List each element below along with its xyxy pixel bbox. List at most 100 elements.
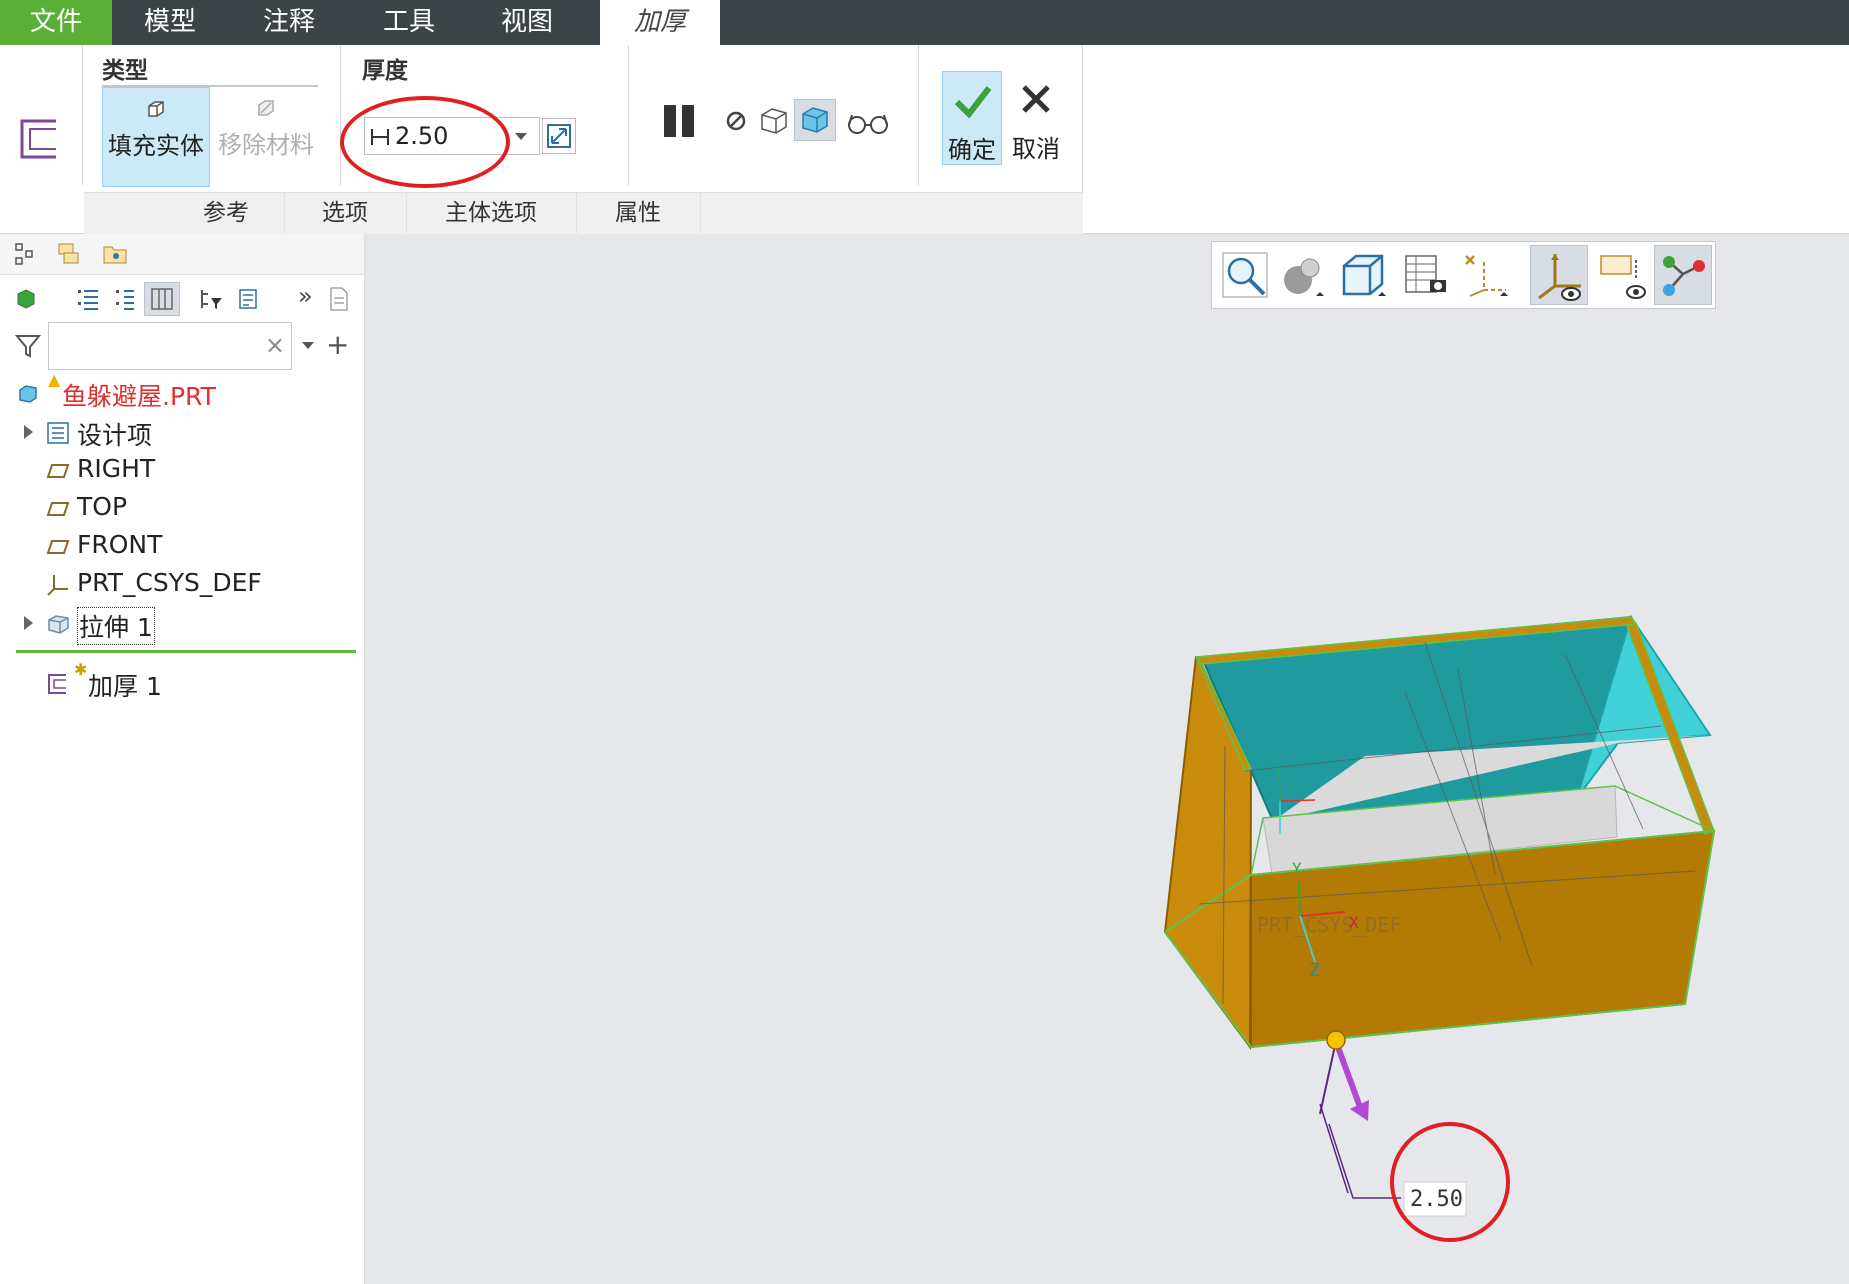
no-preview-icon[interactable] <box>718 103 754 139</box>
ribbon-divider <box>628 45 629 185</box>
tree-columns-toggle[interactable] <box>144 282 180 316</box>
cancel-button[interactable]: 取消 <box>1006 71 1066 165</box>
filter-icon <box>14 335 42 358</box>
list-collapse-icon[interactable] <box>112 286 138 312</box>
datum-display-icon[interactable] <box>1460 250 1510 300</box>
view-manager-icon[interactable] <box>1400 250 1450 300</box>
type-group-title: 类型 <box>102 58 148 84</box>
folder-browser-icon[interactable] <box>102 241 128 267</box>
warning-icon: ▲ <box>48 370 61 389</box>
tree-toolbar: » <box>0 276 364 320</box>
tree-item-label: TOP <box>77 492 128 521</box>
dimension-value: 2.50 <box>1410 1187 1463 1212</box>
separate-preview-icon[interactable] <box>756 103 792 139</box>
annotation-display-icon[interactable] <box>1598 250 1648 300</box>
tree-item-part[interactable]: ▲ 鱼躲避屋.PRT <box>0 370 364 411</box>
add-filter-icon[interactable]: + <box>326 328 349 361</box>
thicken-feature-icon <box>20 119 56 159</box>
checkmark-icon <box>954 86 992 119</box>
thickness-dropdown-arrow[interactable] <box>515 133 527 140</box>
insert-indicator <box>16 650 356 653</box>
menu-bar: 文件 模型 注释 工具 视图 加厚 <box>0 0 1849 45</box>
search-input[interactable]: × <box>48 322 292 370</box>
tab-annotate[interactable]: 注释 <box>230 0 348 45</box>
geometry-preview-toggle[interactable] <box>794 99 836 141</box>
tree-settings-icon[interactable] <box>236 286 262 312</box>
ribbon-divider <box>918 45 919 185</box>
columns-icon <box>151 288 173 310</box>
tree-item-thicken[interactable]: ✱ 加厚 1 <box>0 660 364 701</box>
geometry-preview-icon <box>802 107 828 133</box>
graphics-window[interactable]: PRT_CSYS_DEF X Y Z 2.50 <box>365 234 1849 1284</box>
remove-material-label: 移除材料 <box>218 131 314 159</box>
zoom-fit-icon[interactable] <box>1220 250 1270 300</box>
design-items-icon <box>47 422 69 444</box>
navigator-tabs <box>0 234 364 275</box>
axis-label-x: X <box>1349 913 1359 932</box>
subtab-references[interactable]: 参考 <box>168 193 285 234</box>
expand-arrow-icon[interactable] <box>24 616 33 630</box>
csys-display-toggle[interactable] <box>1530 245 1588 305</box>
subtab-options[interactable]: 选项 <box>284 193 407 234</box>
annotation-circle <box>340 96 510 188</box>
solid-cube-icon <box>148 101 164 117</box>
view-toolbar <box>1211 241 1716 309</box>
more-chevron-icon[interactable]: » <box>298 282 313 310</box>
tree-item-design-items[interactable]: 设计项 <box>0 415 364 450</box>
tree-filter-icon[interactable] <box>198 286 224 312</box>
spin-center-toggle[interactable] <box>1654 245 1712 305</box>
tree-item-csys[interactable]: PRT_CSYS_DEF <box>0 567 364 601</box>
tree-item-top[interactable]: TOP <box>0 491 364 525</box>
flip-direction-button[interactable] <box>542 118 576 154</box>
part-icon <box>19 385 37 403</box>
axis-label-y: Y <box>1292 859 1302 878</box>
layers-icon[interactable] <box>56 241 82 267</box>
saved-views-icon[interactable] <box>1338 250 1388 300</box>
display-style-icon[interactable] <box>1276 250 1326 300</box>
cancel-label: 取消 <box>1012 135 1060 163</box>
axis-label-z: Z <box>1309 960 1320 981</box>
show-icon[interactable] <box>14 286 40 312</box>
expand-arrow-icon[interactable] <box>24 425 33 439</box>
thicken-dashboard: 类型 填充实体 移除材料 厚度 2.50 确定 取消 参考 选项 主体选项 属性 <box>0 45 1083 234</box>
tree-item-right[interactable]: RIGHT <box>0 453 364 487</box>
tab-thicken[interactable]: 加厚 <box>600 0 720 45</box>
model-graphics[interactable]: PRT_CSYS_DEF X Y Z 2.50 <box>365 234 1849 1284</box>
spin-center-icon <box>1663 256 1705 296</box>
list-expand-icon[interactable] <box>76 286 102 312</box>
csys-label: PRT_CSYS_DEF <box>1257 913 1402 937</box>
ok-button[interactable]: 确定 <box>942 71 1002 165</box>
extrude-icon <box>48 615 69 634</box>
verify-glasses-icon[interactable] <box>846 103 890 139</box>
tree-item-label: PRT_CSYS_DEF <box>77 568 262 597</box>
search-dropdown-arrow[interactable] <box>302 342 314 349</box>
fill-solid-label: 填充实体 <box>108 132 204 160</box>
datum-plane-icon <box>46 464 70 478</box>
ribbon: 类型 填充实体 移除材料 厚度 2.50 确定 取消 参考 选项 主体选项 属性 <box>0 45 1849 234</box>
tab-view[interactable]: 视图 <box>468 0 586 45</box>
model-tree-panel: » × + ▲ 鱼躲避屋.PRT 设计项 RIGHT TOP FRONT PRT… <box>0 234 365 1284</box>
tab-tools[interactable]: 工具 <box>350 0 468 45</box>
tree-item-label: 鱼躲避屋.PRT <box>62 382 216 411</box>
tree-item-label: 拉伸 1 <box>77 607 155 645</box>
tree-item-extrude[interactable]: 拉伸 1 <box>0 606 364 645</box>
clear-search-icon[interactable]: × <box>265 331 285 359</box>
tree-options-icon[interactable] <box>326 286 352 312</box>
tree-item-label: FRONT <box>77 530 163 559</box>
dimension-witness-line <box>1319 1040 1337 1115</box>
tree-item-front[interactable]: FRONT <box>0 529 364 563</box>
remove-material-button[interactable]: 移除材料 <box>212 87 320 187</box>
subtab-body-options[interactable]: 主体选项 <box>406 193 577 234</box>
tree-item-label: 加厚 1 <box>88 672 162 701</box>
fill-solid-button[interactable]: 填充实体 <box>102 87 210 187</box>
tab-file[interactable]: 文件 <box>0 0 112 45</box>
model-tree-icon[interactable] <box>12 241 38 267</box>
drag-handle[interactable] <box>1326 1030 1346 1050</box>
datum-plane-icon <box>46 502 70 516</box>
datum-plane-icon <box>46 540 70 554</box>
pause-icon[interactable] <box>662 101 698 141</box>
flip-direction-icon <box>547 124 571 148</box>
subtab-properties[interactable]: 属性 <box>576 193 701 234</box>
tab-model[interactable]: 模型 <box>112 0 228 45</box>
remove-material-icon <box>258 100 274 116</box>
